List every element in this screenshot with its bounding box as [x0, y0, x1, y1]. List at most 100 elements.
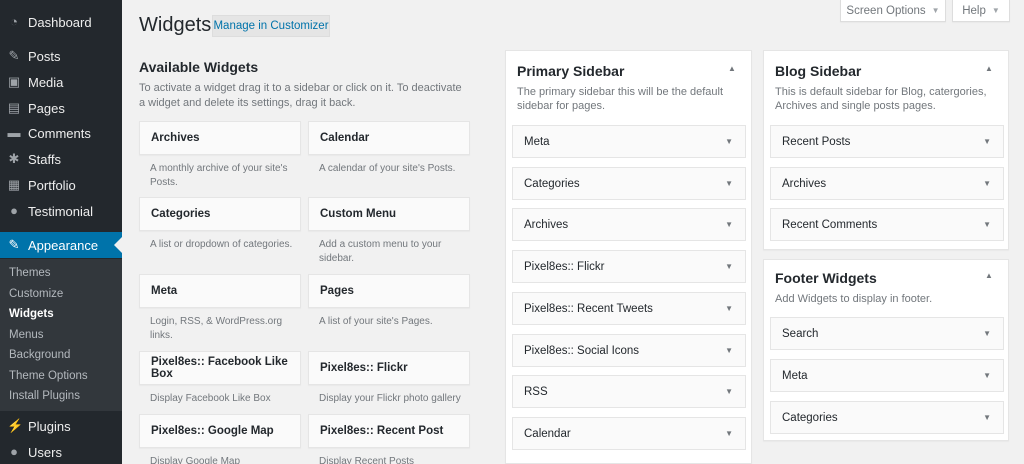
- menu-posts[interactable]: ✎ Posts: [0, 43, 122, 69]
- widget-description: Display Facebook Like Box: [150, 393, 271, 404]
- paintbrush-icon: ✎: [8, 237, 20, 252]
- widget-description: Login, RSS, & WordPress.org links.: [150, 316, 283, 341]
- help-button[interactable]: Help ▼: [952, 0, 1010, 22]
- widget-google-map[interactable]: Pixel8es:: Google Map: [139, 414, 301, 448]
- menu-comments[interactable]: ▬ Comments: [0, 120, 122, 146]
- chevron-down-icon[interactable]: ▼: [725, 387, 733, 396]
- sidebar-widget-calendar[interactable]: Calendar ▼: [512, 417, 746, 450]
- submenu-theme-options[interactable]: Theme Options: [9, 370, 88, 382]
- widget-label: Calendar: [524, 427, 571, 440]
- widget-custom-menu[interactable]: Custom Menu: [308, 197, 470, 231]
- widget-facebook-like-box[interactable]: Pixel8es:: Facebook Like Box: [139, 351, 301, 385]
- area-description: Add Widgets to display in footer.: [775, 293, 933, 305]
- submenu-customize[interactable]: Customize: [9, 288, 63, 300]
- submenu-background[interactable]: Background: [9, 349, 70, 361]
- collapse-toggle-icon[interactable]: ▲: [985, 64, 993, 73]
- menu-plugins[interactable]: ⚡ Plugins: [0, 413, 122, 439]
- widget-flickr[interactable]: Pixel8es:: Flickr: [308, 351, 470, 385]
- menu-appearance[interactable]: ✎ Appearance: [0, 232, 122, 258]
- submenu-themes[interactable]: Themes: [9, 267, 51, 279]
- widget-label: Archives: [782, 177, 827, 190]
- chevron-down-icon[interactable]: ▼: [983, 179, 991, 188]
- widget-pages[interactable]: Pages: [308, 274, 470, 308]
- sidebar-widget-flickr[interactable]: Pixel8es:: Flickr ▼: [512, 250, 746, 283]
- sidebar-widget-recent-posts[interactable]: Recent Posts ▼: [770, 125, 1004, 158]
- widget-label: Pixel8es:: Recent Tweets: [524, 302, 653, 315]
- widget-label: Pixel8es:: Social Icons: [524, 344, 640, 357]
- widget-categories[interactable]: Categories: [139, 197, 301, 231]
- chevron-down-icon[interactable]: ▼: [725, 304, 733, 313]
- area-title: Blog Sidebar: [775, 63, 862, 79]
- chevron-down-icon[interactable]: ▼: [725, 429, 733, 438]
- available-widgets-description: To activate a widget drag it to a sideba…: [139, 82, 462, 109]
- help-label: Help: [962, 4, 986, 17]
- admin-sidebar: ◔ Dashboard ✎ Posts ▣ Media ▤ Pages ▬ Comment…: [0, 0, 122, 464]
- chevron-down-icon[interactable]: ▼: [725, 220, 733, 229]
- chevron-down-icon[interactable]: ▼: [725, 137, 733, 146]
- sidebar-widget-archives[interactable]: Archives ▼: [512, 208, 746, 241]
- portfolio-icon: ▦: [7, 177, 21, 192]
- menu-users[interactable]: ● Users: [0, 439, 122, 464]
- sidebar-widget-social-icons[interactable]: Pixel8es:: Social Icons ▼: [512, 334, 746, 367]
- chevron-down-icon[interactable]: ▼: [983, 329, 991, 338]
- menu-staffs[interactable]: ✱ Staffs: [0, 146, 122, 172]
- widget-label: Categories: [524, 177, 580, 190]
- sidebar-widget-search[interactable]: Search ▼: [770, 317, 1004, 350]
- menu-pages[interactable]: ▤ Pages: [0, 95, 122, 121]
- widget-label: Search: [782, 327, 819, 340]
- menu-label: Users: [28, 444, 62, 460]
- widget-description: Display your Flickr photo gallery: [319, 393, 461, 404]
- menu-label: Plugins: [28, 418, 71, 434]
- widget-label: Recent Posts: [782, 135, 851, 148]
- sidebar-widget-categories[interactable]: Categories ▼: [770, 401, 1004, 434]
- widget-archives[interactable]: Archives: [139, 121, 301, 155]
- widget-label: Categories: [782, 411, 838, 424]
- widget-meta[interactable]: Meta: [139, 274, 301, 308]
- manage-in-customizer-button[interactable]: Manage in Customizer: [212, 15, 330, 37]
- footer-widgets-area: Footer Widgets ▲ Add Widgets to display …: [763, 259, 1009, 441]
- collapse-toggle-icon[interactable]: ▲: [985, 271, 993, 280]
- menu-label: Appearance: [28, 237, 99, 253]
- sidebar-widget-rss[interactable]: RSS ▼: [512, 375, 746, 408]
- chevron-down-icon: ▼: [991, 6, 1000, 15]
- submenu-install-plugins[interactable]: Install Plugins: [9, 390, 80, 402]
- widget-recent-post[interactable]: Pixel8es:: Recent Post: [308, 414, 470, 448]
- media-icon: ▣: [7, 74, 21, 89]
- menu-media[interactable]: ▣ Media: [0, 69, 122, 95]
- sidebar-widget-meta[interactable]: Meta ▼: [770, 359, 1004, 392]
- area-description: The primary sidebar this will be the def…: [517, 86, 724, 112]
- collapse-toggle-icon[interactable]: ▲: [728, 64, 736, 73]
- widget-label: Pixel8es:: Flickr: [524, 260, 605, 273]
- chevron-down-icon: ▼: [931, 6, 940, 15]
- chevron-down-icon[interactable]: ▼: [725, 262, 733, 271]
- menu-label: Posts: [28, 48, 61, 64]
- chevron-down-icon[interactable]: ▼: [725, 346, 733, 355]
- chevron-down-icon[interactable]: ▼: [983, 371, 991, 380]
- screen-options-button[interactable]: Screen Options ▼: [840, 0, 946, 22]
- sidebar-widget-archives[interactable]: Archives ▼: [770, 167, 1004, 200]
- widget-calendar[interactable]: Calendar: [308, 121, 470, 155]
- sidebar-widget-meta[interactable]: Meta ▼: [512, 125, 746, 158]
- menu-testimonial[interactable]: ● Testimonial: [0, 198, 122, 224]
- area-title: Primary Sidebar: [517, 63, 625, 79]
- sidebar-widget-recent-tweets[interactable]: Pixel8es:: Recent Tweets ▼: [512, 292, 746, 325]
- pushpin-icon: ✎: [8, 48, 20, 63]
- sidebar-widget-recent-comments[interactable]: Recent Comments ▼: [770, 208, 1004, 241]
- chevron-down-icon[interactable]: ▼: [983, 220, 991, 229]
- sidebar-widget-categories[interactable]: Categories ▼: [512, 167, 746, 200]
- chevron-down-icon[interactable]: ▼: [725, 179, 733, 188]
- menu-label: Dashboard: [28, 14, 92, 30]
- menu-dashboard[interactable]: ◔ Dashboard: [0, 9, 122, 35]
- submenu-widgets[interactable]: Widgets: [9, 308, 54, 320]
- menu-label: Portfolio: [28, 177, 76, 193]
- chevron-down-icon[interactable]: ▼: [983, 413, 991, 422]
- comments-icon: ▬: [7, 125, 21, 140]
- menu-portfolio[interactable]: ▦ Portfolio: [0, 172, 122, 198]
- widget-description: Display Google Map: [150, 456, 241, 464]
- available-widgets-title: Available Widgets: [139, 59, 259, 75]
- submenu-menus[interactable]: Menus: [9, 329, 44, 341]
- chevron-down-icon[interactable]: ▼: [983, 137, 991, 146]
- widget-label: Recent Comments: [782, 218, 878, 231]
- appearance-submenu: Themes Customize Widgets Menus Backgroun…: [0, 259, 122, 411]
- area-title: Footer Widgets: [775, 270, 877, 286]
